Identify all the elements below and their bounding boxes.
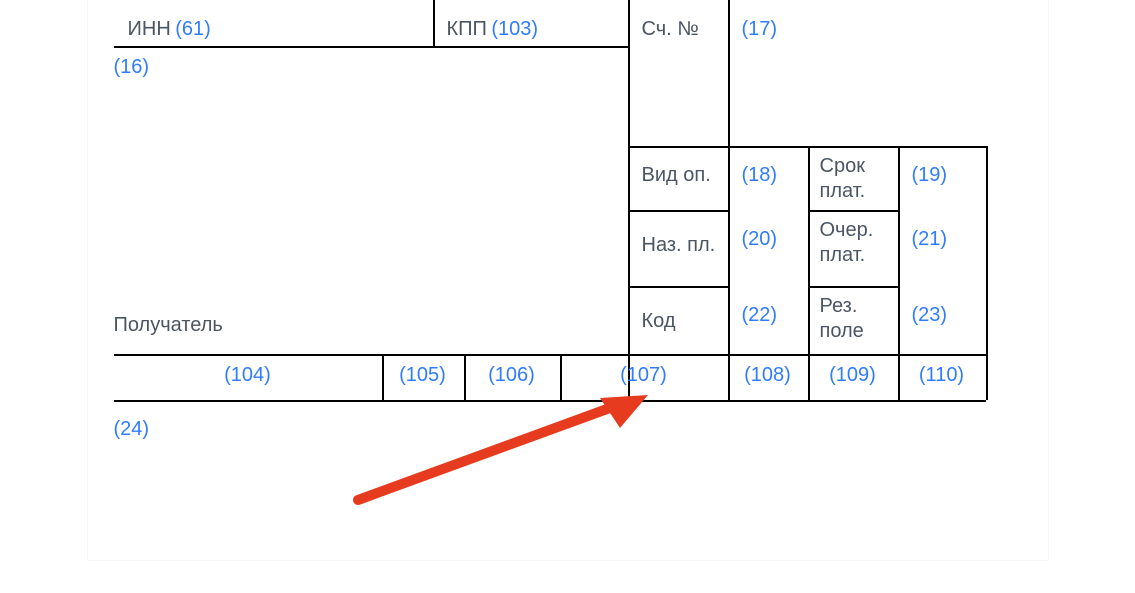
code-108-link[interactable]: (108)	[744, 364, 791, 387]
srok-label: Срок плат.	[820, 154, 904, 204]
kod-code-link[interactable]: (22)	[742, 304, 778, 327]
kpp-code-link[interactable]: (103)	[491, 18, 538, 41]
kod-label: Код	[642, 310, 676, 333]
inn-label: ИНН	[128, 18, 171, 41]
code-24-link[interactable]: (24)	[114, 418, 150, 441]
ocher-label: Очер. плат.	[820, 218, 904, 268]
ocher-code-link[interactable]: (21)	[912, 228, 948, 251]
kpp-label: КПП	[447, 18, 487, 41]
code-16-link[interactable]: (16)	[114, 56, 150, 79]
code-110-link[interactable]: (110)	[919, 364, 964, 387]
arrow-icon	[348, 390, 658, 510]
srok-code-link[interactable]: (19)	[912, 164, 948, 187]
code-107-link[interactable]: (107)	[620, 364, 667, 387]
sch-label: Сч. №	[642, 18, 699, 41]
code-104-link[interactable]: (104)	[224, 364, 271, 387]
code-109-link[interactable]: (109)	[829, 364, 876, 387]
recipient-label: Получатель	[114, 314, 223, 337]
code-105-link[interactable]: (105)	[399, 364, 446, 387]
naz-pl-label: Наз. пл.	[642, 234, 716, 257]
sch-code-link[interactable]: (17)	[742, 18, 778, 41]
rez-label: Рез. поле	[820, 294, 904, 344]
rez-code-link[interactable]: (23)	[912, 304, 948, 327]
vid-op-code-link[interactable]: (18)	[742, 164, 778, 187]
naz-pl-code-link[interactable]: (20)	[742, 228, 778, 251]
vid-op-label: Вид оп.	[642, 164, 711, 187]
inn-code-link[interactable]: (61)	[175, 18, 211, 41]
payment-form-fragment: ИНН (61) КПП (103) Сч. № (17) (16) Вид о…	[88, 0, 1048, 560]
code-106-link[interactable]: (106)	[488, 364, 535, 387]
